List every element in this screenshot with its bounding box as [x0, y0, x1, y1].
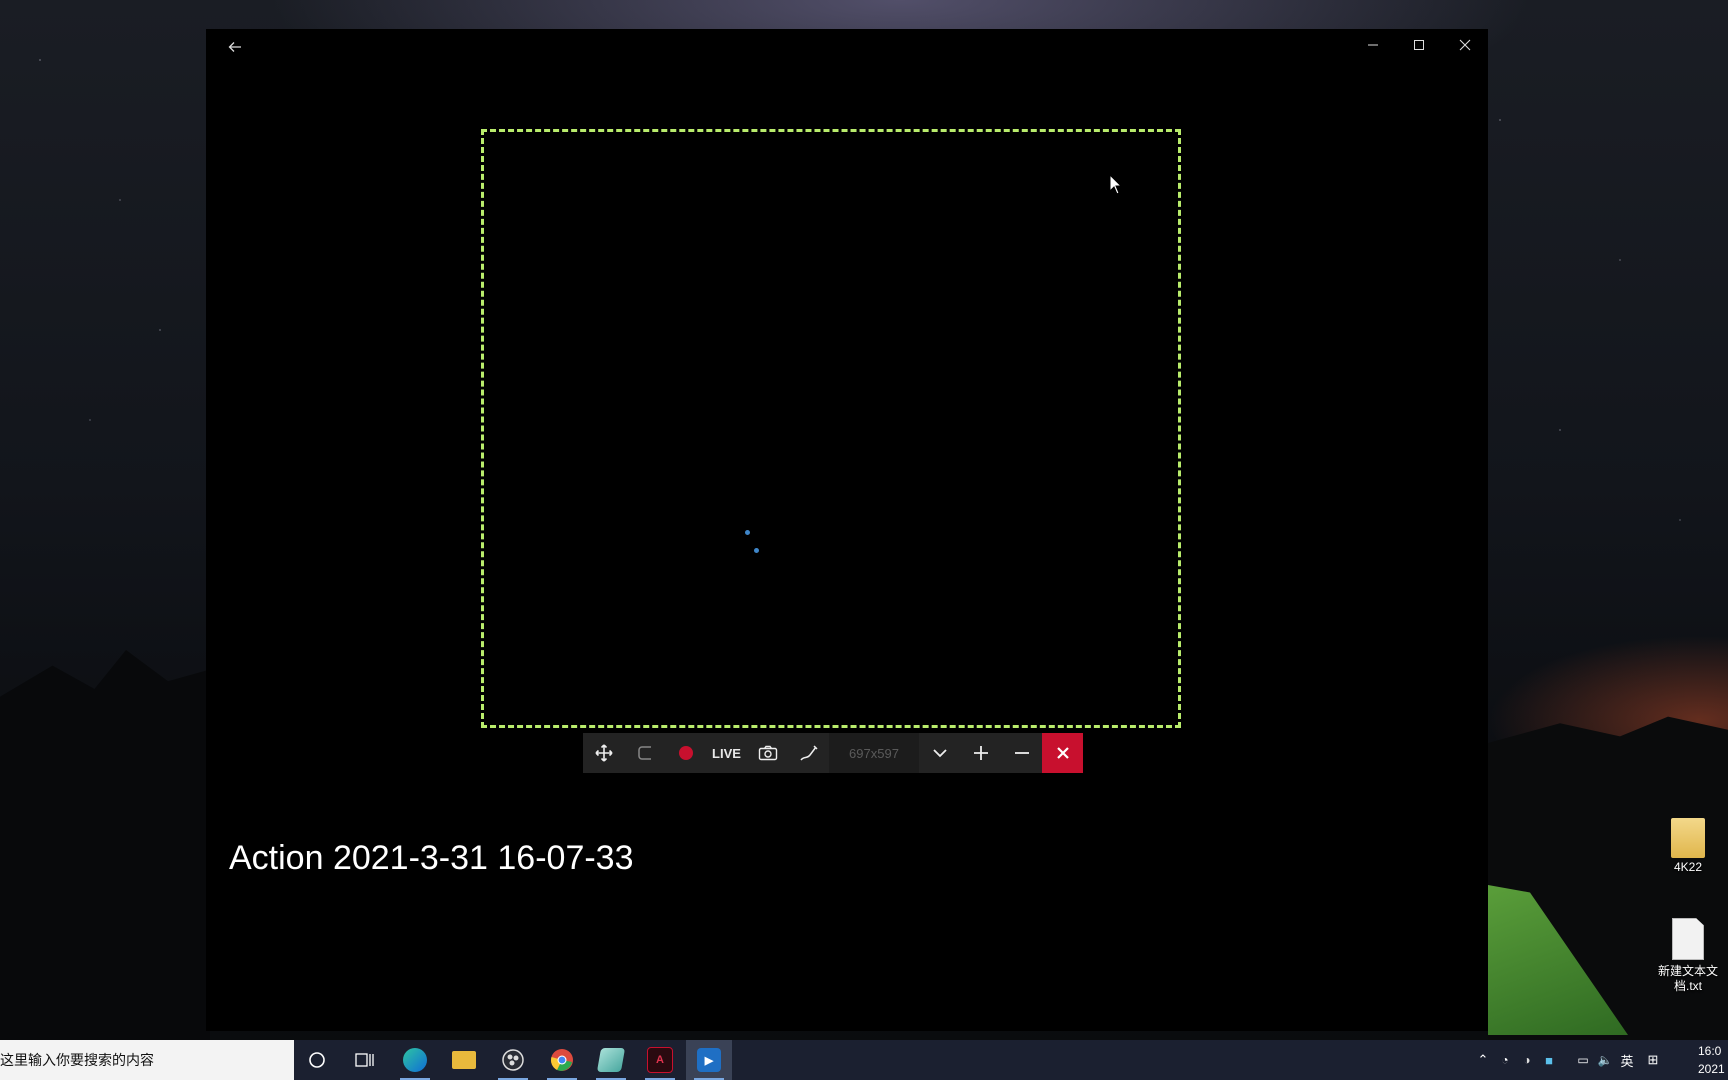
plus-icon — [973, 746, 988, 760]
chevron-down-icon — [932, 749, 947, 758]
recording-title: Action 2021-3-31 16-07-33 — [229, 839, 634, 877]
desktop-icon-text-file[interactable]: 新建文本文档.txt — [1648, 918, 1728, 994]
clock-date: 2021 — [1698, 1062, 1725, 1076]
app-window: LIVE 697x597 Action 2021-3-31 16-07-33 — [206, 29, 1488, 1031]
cortana-button[interactable] — [294, 1040, 340, 1080]
capture-region-frame[interactable] — [481, 129, 1181, 728]
minus-icon — [1014, 752, 1029, 754]
region-button[interactable] — [624, 733, 665, 773]
zoom-in-button[interactable] — [960, 733, 1001, 773]
wallpaper-mountain-left — [0, 650, 210, 1040]
obs-icon — [502, 1049, 524, 1071]
desktop-icon-label: 4K22 — [1673, 860, 1703, 874]
region-size-label: 697x597 — [829, 733, 919, 773]
loading-dot — [754, 548, 759, 553]
ime-mode-icon[interactable]: ⊞ — [1638, 1052, 1668, 1068]
size-dropdown-button[interactable] — [919, 733, 960, 773]
taskbar-app-obs[interactable] — [490, 1040, 536, 1080]
close-icon — [1056, 747, 1069, 759]
region-icon — [637, 746, 651, 760]
task-view-button[interactable] — [342, 1040, 388, 1080]
draw-button[interactable] — [788, 733, 829, 773]
cortana-circle-icon — [309, 1052, 325, 1068]
network-icon[interactable]: ◔ — [1494, 1053, 1516, 1067]
taskbar-app-chrome[interactable] — [539, 1040, 585, 1080]
record-icon — [678, 746, 693, 760]
move-icon — [594, 744, 613, 762]
minimize-button[interactable] — [1350, 29, 1396, 61]
system-tray: ⌃ ◔ ◑ ■ ▭ 🔈 英 ⊞ — [1472, 1040, 1668, 1080]
live-button[interactable]: LIVE — [706, 733, 747, 773]
volume-muted-icon[interactable]: 🔈 — [1594, 1053, 1616, 1067]
folder-icon — [1671, 818, 1705, 858]
back-arrow-icon — [228, 42, 241, 52]
ime-language[interactable]: 英 — [1616, 1051, 1638, 1070]
text-file-icon — [1672, 918, 1704, 960]
task-view-icon — [355, 1053, 374, 1067]
capture-toolbar: LIVE 697x597 — [583, 733, 1083, 773]
close-capture-button[interactable] — [1042, 733, 1083, 773]
mouse-cursor-icon — [1109, 174, 1123, 195]
draw-icon — [799, 745, 818, 761]
camera-icon — [758, 745, 777, 761]
folder-icon — [452, 1051, 476, 1069]
taskbar-app-player[interactable]: ▶ — [686, 1040, 732, 1080]
notes-icon — [596, 1048, 626, 1072]
close-window-button[interactable] — [1442, 29, 1488, 61]
player-icon: ▶ — [697, 1048, 721, 1072]
maximize-button[interactable] — [1396, 29, 1442, 61]
app-tray-icon[interactable]: ■ — [1538, 1053, 1560, 1068]
battery-icon[interactable]: ▭ — [1572, 1053, 1594, 1067]
record-button[interactable] — [665, 733, 706, 773]
taskbar-clock[interactable]: 16:0 2021 — [1698, 1042, 1728, 1078]
loading-dot — [745, 530, 750, 535]
move-button[interactable] — [583, 733, 624, 773]
screenshot-button[interactable] — [747, 733, 788, 773]
taskbar-app-notes[interactable] — [588, 1040, 634, 1080]
desktop-icon-folder[interactable]: 4K22 — [1648, 818, 1728, 875]
taskbar-app-explorer[interactable] — [441, 1040, 487, 1080]
desktop-icon-label: 新建文本文档.txt — [1657, 964, 1718, 993]
sync-icon[interactable]: ◑ — [1516, 1053, 1538, 1067]
search-placeholder: 在这里输入你要搜索的内容 — [0, 1052, 154, 1068]
taskbar: 在这里输入你要搜索的内容 A ▶ ⌃ ◔ ◑ ■ ▭ 🔈 英 ⊞ 16:0 20… — [0, 1040, 1728, 1080]
back-button[interactable] — [212, 31, 258, 63]
taskbar-app-action[interactable]: A — [637, 1040, 683, 1080]
taskbar-app-edge[interactable] — [392, 1040, 438, 1080]
clock-time: 16:0 — [1698, 1044, 1722, 1058]
chevron-up-icon[interactable]: ⌃ — [1472, 1052, 1494, 1068]
close-icon — [1459, 39, 1471, 51]
taskbar-search-input[interactable]: 在这里输入你要搜索的内容 — [0, 1040, 294, 1080]
chrome-icon — [551, 1049, 573, 1071]
minimize-icon — [1368, 44, 1378, 46]
action-app-icon: A — [647, 1047, 673, 1073]
zoom-out-button[interactable] — [1001, 733, 1042, 773]
maximize-icon — [1414, 40, 1424, 50]
edge-icon — [403, 1048, 427, 1072]
